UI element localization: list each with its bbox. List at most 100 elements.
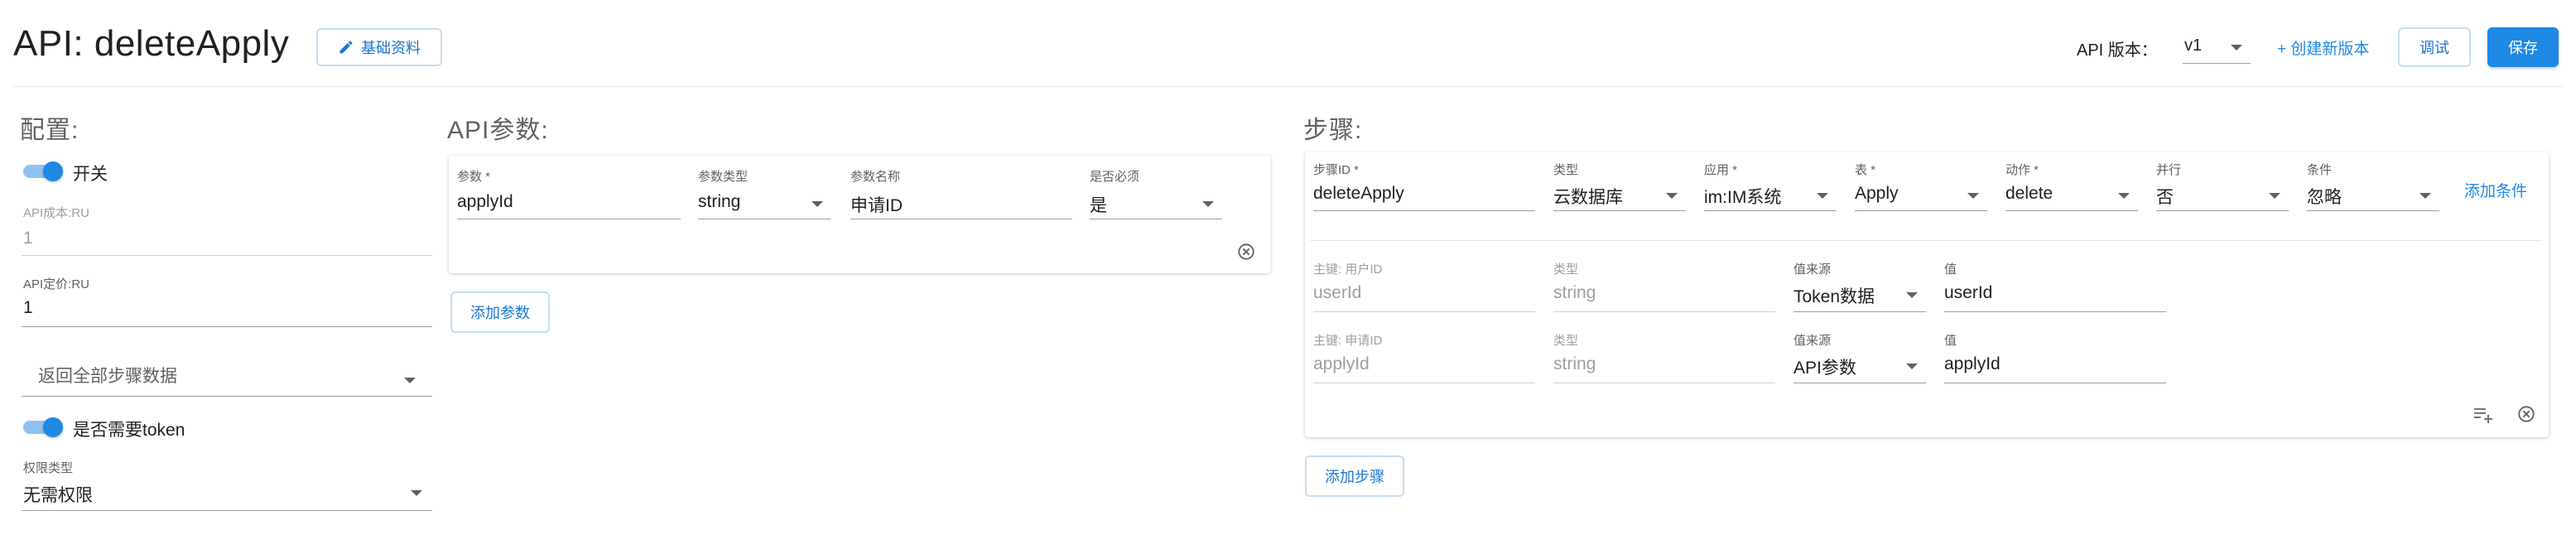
key1-value-input[interactable]: userId	[1944, 283, 1992, 303]
permission-select[interactable]: 无需权限	[23, 482, 93, 507]
param-name-label: 参数名称	[850, 170, 901, 184]
key2-value-label: 值	[1944, 334, 1957, 348]
key2-value-input[interactable]: applyId	[1944, 354, 2001, 374]
caret-down-icon	[1906, 364, 1918, 369]
add-param-label: 添加参数	[470, 305, 530, 321]
caret-down-icon	[2420, 193, 2431, 199]
param-name-input[interactable]: 申请ID	[850, 192, 903, 217]
permission-underline	[22, 510, 432, 511]
api-cost-underline	[22, 255, 432, 256]
step-parallel-select[interactable]: 否	[2156, 184, 2174, 209]
step-id-input[interactable]: deleteApply	[1313, 184, 1404, 204]
key1-type-field: string	[1553, 283, 1596, 302]
add-condition-link[interactable]: 添加条件	[2464, 179, 2527, 201]
key1-underline	[1313, 311, 1535, 312]
switch-label: 开关	[73, 165, 108, 184]
key1-label: 主键: 用户ID	[1313, 262, 1383, 277]
key1-value-underline	[1944, 311, 2166, 312]
api-version-underline	[2183, 63, 2251, 64]
api-version-label: API 版本：	[2077, 41, 2158, 60]
add-param-button[interactable]: 添加参数	[450, 291, 550, 333]
key2-type-field: string	[1553, 354, 1596, 373]
switch-toggle[interactable]	[23, 161, 65, 181]
step-condition-underline	[2307, 210, 2439, 211]
caret-down-icon	[811, 201, 823, 207]
basic-info-button[interactable]: 基础资料	[316, 28, 442, 66]
step-table-label: 表 *	[1855, 163, 1876, 177]
steps-title: 步骤:	[1303, 117, 1363, 144]
step-action-label: 动作 *	[2005, 163, 2039, 177]
remove-step-icon[interactable]	[2517, 405, 2535, 423]
step-parallel-label: 并行	[2156, 163, 2182, 177]
step-type-underline	[1553, 210, 1686, 211]
create-version-link[interactable]: + 创建新版本	[2277, 36, 2369, 59]
step-table-underline	[1855, 210, 1987, 211]
step-type-select[interactable]: 云数据库	[1553, 184, 1623, 209]
key1-source-label: 值来源	[1794, 262, 1832, 277]
step-separator	[1310, 240, 2542, 241]
key2-type-label: 类型	[1553, 334, 1579, 348]
step-app-label: 应用 *	[1704, 163, 1738, 177]
caret-down-icon	[411, 490, 422, 496]
api-price-label: API定价:RU	[23, 277, 90, 291]
save-button[interactable]: 保存	[2487, 27, 2559, 67]
header-divider	[13, 86, 2563, 87]
add-step-button[interactable]: 添加步骤	[1305, 455, 1404, 497]
key1-type-underline	[1553, 311, 1775, 312]
caret-down-icon	[1817, 193, 1828, 199]
caret-down-icon	[2269, 193, 2280, 199]
add-step-label: 添加步骤	[1325, 469, 1384, 485]
step-id-label: 步骤ID *	[1313, 163, 1360, 177]
key1-type-label: 类型	[1553, 262, 1579, 277]
permission-label: 权限类型	[23, 461, 74, 475]
step-parallel-underline	[2156, 210, 2289, 211]
basic-info-label: 基础资料	[361, 40, 421, 56]
key1-source-select[interactable]: Token数据	[1794, 283, 1875, 308]
caret-down-icon	[2231, 45, 2242, 51]
token-label: 是否需要token	[73, 421, 185, 440]
caret-down-icon	[404, 378, 416, 383]
param-label: 参数 *	[457, 170, 491, 184]
step-action-underline	[2005, 210, 2138, 211]
api-price-underline	[22, 326, 432, 327]
return-steps-underline	[22, 396, 432, 397]
key2-source-select[interactable]: API参数	[1794, 354, 1856, 379]
api-cost-field: 1	[23, 229, 33, 248]
caret-down-icon	[1967, 193, 1979, 199]
param-type-label: 参数类型	[698, 170, 749, 184]
key1-value-label: 值	[1944, 262, 1957, 277]
key2-source-label: 值来源	[1794, 334, 1832, 348]
page-title: API: deleteApply	[13, 23, 290, 64]
debug-button[interactable]: 调试	[2398, 27, 2471, 67]
caret-down-icon	[2118, 193, 2130, 199]
step-table-select[interactable]: Apply	[1855, 184, 1899, 204]
api-cost-label: API成本:RU	[23, 206, 90, 220]
playlist-add-icon[interactable]	[2472, 406, 2496, 424]
api-version-value[interactable]: v1	[2184, 36, 2202, 55]
param-input[interactable]: applyId	[457, 192, 513, 212]
step-id-underline	[1313, 210, 1535, 211]
token-toggle[interactable]	[23, 417, 65, 437]
return-steps-select[interactable]: 返回全部步骤数据	[38, 363, 177, 388]
debug-label: 调试	[2420, 40, 2449, 56]
remove-param-icon[interactable]	[1237, 243, 1255, 261]
step-card	[1305, 152, 2549, 437]
key2-label: 主键: 申请ID	[1313, 334, 1383, 348]
param-type-select[interactable]: string	[698, 192, 740, 212]
api-price-field[interactable]: 1	[23, 298, 33, 318]
step-app-select[interactable]: im:IM系统	[1704, 184, 1781, 209]
step-app-underline	[1704, 210, 1837, 211]
param-required-label: 是否必须	[1090, 170, 1140, 184]
step-action-select[interactable]: delete	[2005, 184, 2053, 204]
key1-source-underline	[1794, 311, 1926, 312]
config-title: 配置:	[20, 117, 79, 144]
key2-field: applyId	[1313, 354, 1370, 373]
step-type-label: 类型	[1553, 163, 1579, 177]
caret-down-icon	[1202, 201, 1214, 207]
step-condition-select[interactable]: 忽略	[2307, 184, 2342, 209]
step-condition-label: 条件	[2307, 163, 2333, 177]
save-label: 保存	[2508, 40, 2538, 56]
key1-field: userId	[1313, 283, 1362, 302]
caret-down-icon	[1906, 292, 1918, 298]
param-required-select[interactable]: 是	[1090, 192, 1107, 217]
